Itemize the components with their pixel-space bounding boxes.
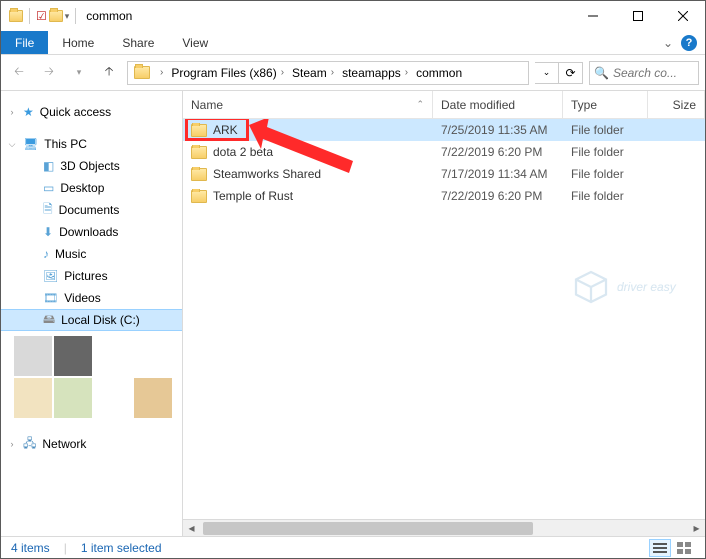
- qat-open-icon[interactable]: [49, 10, 63, 22]
- scroll-left-arrow[interactable]: ◂: [183, 520, 200, 537]
- documents-icon: 🗎: [43, 200, 53, 221]
- search-input[interactable]: [613, 66, 683, 80]
- search-icon: 🔍: [594, 66, 609, 80]
- folder-icon: [191, 124, 207, 137]
- nav-downloads[interactable]: ⬇Downloads: [1, 221, 182, 243]
- up-button[interactable]: 🡡: [97, 61, 121, 85]
- nav-pictures[interactable]: 🖼Pictures: [1, 265, 182, 287]
- tab-view[interactable]: View: [168, 31, 222, 54]
- column-size[interactable]: Size: [648, 91, 705, 118]
- search-box[interactable]: 🔍: [589, 61, 699, 85]
- column-name[interactable]: Name⌃: [183, 91, 433, 118]
- file-row[interactable]: dota 2 beta 7/22/2019 6:20 PM File folde…: [183, 141, 705, 163]
- recent-locations-button[interactable]: ▾: [67, 61, 91, 85]
- sort-asc-icon: ⌃: [416, 99, 424, 110]
- file-row[interactable]: Steamworks Shared 7/17/2019 11:34 AM Fil…: [183, 163, 705, 185]
- file-list-pane: Name⌃ Date modified Type Size ARK 7/25/2…: [183, 91, 705, 536]
- nav-3d-objects[interactable]: ◧3D Objects: [1, 155, 182, 177]
- status-selection-count: 1 item selected: [81, 541, 162, 555]
- quick-access-toolbar: ☑ ▾: [9, 8, 80, 24]
- forward-button[interactable]: 🡢: [37, 61, 61, 85]
- network-icon: 🖧: [23, 434, 36, 455]
- folder-icon: [191, 168, 207, 181]
- downloads-icon: ⬇: [43, 225, 53, 239]
- breadcrumb[interactable]: › Program Files (x86)› Steam› steamapps›…: [127, 61, 529, 85]
- nav-music[interactable]: ♪Music: [1, 243, 182, 265]
- close-button[interactable]: [660, 1, 705, 31]
- folder-icon: [191, 146, 207, 159]
- details-view-icon: [653, 542, 667, 554]
- scroll-right-arrow[interactable]: ▸: [688, 520, 705, 537]
- details-view-button[interactable]: [649, 539, 671, 557]
- navigation-pane: ›★Quick access ⌵🖥This PC ◧3D Objects ▭De…: [1, 91, 183, 536]
- breadcrumb-item-3[interactable]: common: [412, 62, 466, 84]
- back-button[interactable]: 🡠: [7, 61, 31, 85]
- nav-local-disk[interactable]: 🖴Local Disk (C:): [1, 309, 182, 331]
- file-row[interactable]: Temple of Rust 7/22/2019 6:20 PM File fo…: [183, 185, 705, 207]
- breadcrumb-item-2[interactable]: steamapps›: [338, 62, 412, 84]
- tab-home[interactable]: Home: [48, 31, 108, 54]
- breadcrumb-root-icon[interactable]: [134, 66, 150, 79]
- this-pc-icon: 🖥: [23, 137, 38, 151]
- nav-videos[interactable]: 🎞Videos: [1, 287, 182, 309]
- watermark-text: driver easy: [617, 280, 676, 294]
- file-row[interactable]: ARK 7/25/2019 11:35 AM File folder: [183, 119, 705, 141]
- nav-quick-access[interactable]: ›★Quick access: [1, 101, 182, 123]
- music-icon: ♪: [43, 247, 49, 261]
- titlebar: ☑ ▾ common: [1, 1, 705, 31]
- nav-desktop[interactable]: ▭Desktop: [1, 177, 182, 199]
- ribbon-expand-icon[interactable]: ⌄: [663, 36, 673, 50]
- scroll-thumb[interactable]: [203, 522, 533, 535]
- breadcrumb-root-chevron[interactable]: ›: [152, 62, 167, 84]
- minimize-button[interactable]: [570, 1, 615, 31]
- folder-icon: [191, 190, 207, 203]
- refresh-button[interactable]: ⟳: [559, 62, 583, 84]
- tab-file[interactable]: File: [1, 31, 48, 54]
- status-item-count: 4 items: [11, 541, 50, 555]
- ribbon-tabs: File Home Share View ⌄ ?: [1, 31, 705, 55]
- nav-preview-tiles: [13, 335, 173, 419]
- file-rows: ARK 7/25/2019 11:35 AM File folder dota …: [183, 119, 705, 519]
- horizontal-scrollbar[interactable]: ◂ ▸: [183, 519, 705, 536]
- objects3d-icon: ◧: [43, 159, 54, 173]
- address-bar: 🡠 🡢 ▾ 🡡 › Program Files (x86)› Steam› st…: [1, 55, 705, 91]
- quick-access-icon: ★: [23, 105, 34, 119]
- address-history-button[interactable]: ⌄: [535, 62, 559, 84]
- nav-network[interactable]: ›🖧Network: [1, 433, 182, 455]
- help-icon[interactable]: ?: [681, 35, 697, 51]
- app-folder-icon: [9, 10, 23, 22]
- nav-documents[interactable]: 🗎Documents: [1, 199, 182, 221]
- breadcrumb-item-1[interactable]: Steam›: [288, 62, 338, 84]
- qat-properties-icon[interactable]: ☑: [36, 9, 47, 23]
- watermark-logo-icon: [573, 269, 609, 305]
- pictures-icon: 🖼: [43, 269, 58, 283]
- disk-icon: 🖴: [43, 310, 55, 331]
- column-headers: Name⌃ Date modified Type Size: [183, 91, 705, 119]
- window-title: common: [86, 9, 132, 23]
- tab-share[interactable]: Share: [108, 31, 168, 54]
- nav-this-pc[interactable]: ⌵🖥This PC: [1, 133, 182, 155]
- status-bar: 4 items | 1 item selected: [1, 536, 705, 559]
- maximize-button[interactable]: [615, 1, 660, 31]
- breadcrumb-item-0[interactable]: Program Files (x86)›: [167, 62, 288, 84]
- thumbnails-view-icon: [677, 542, 691, 554]
- column-type[interactable]: Type: [563, 91, 648, 118]
- qat-dropdown-icon[interactable]: ▾: [65, 11, 70, 22]
- thumbnails-view-button[interactable]: [673, 539, 695, 557]
- watermark-overlay: driver easy: [573, 269, 676, 305]
- column-date[interactable]: Date modified: [433, 91, 563, 118]
- videos-icon: 🎞: [43, 291, 58, 305]
- desktop-icon: ▭: [43, 181, 54, 195]
